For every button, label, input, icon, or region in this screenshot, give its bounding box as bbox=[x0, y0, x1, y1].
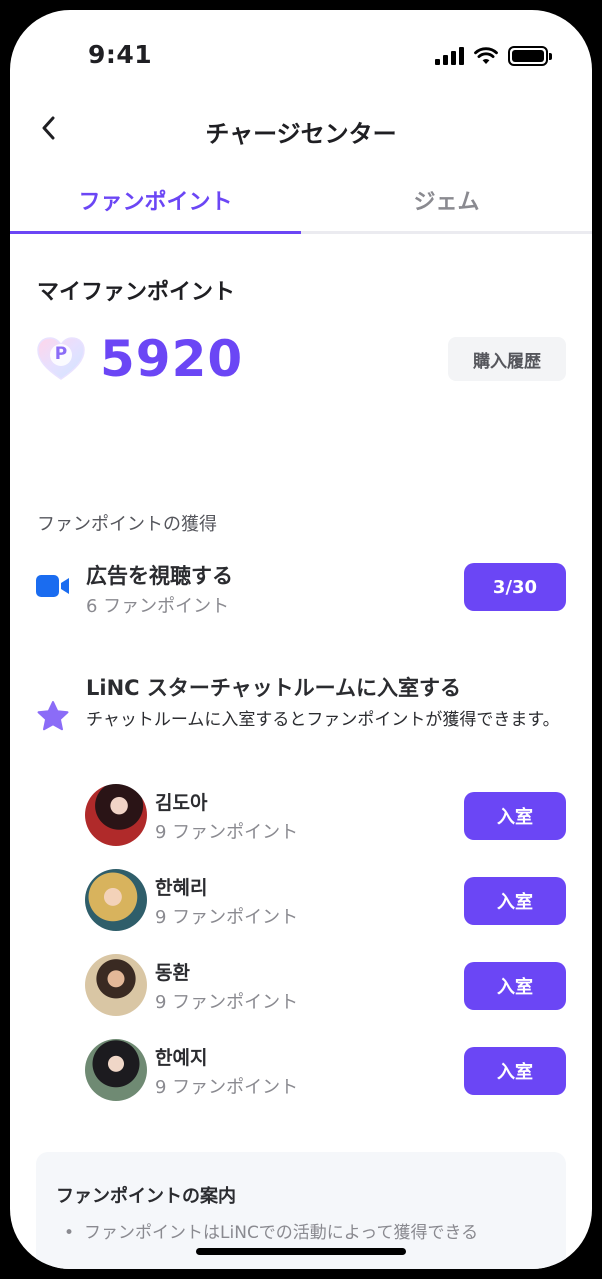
phone-screen: 9:41 チャージセンター ファンポイント ジェム マイファンポイント P 59… bbox=[10, 10, 592, 1269]
enter-room-button[interactable]: 入室 bbox=[464, 962, 566, 1010]
enter-room-button[interactable]: 入室 bbox=[464, 877, 566, 925]
tab-bar: ファンポイント ジェム bbox=[10, 170, 592, 234]
room-name: 한혜리 bbox=[155, 877, 208, 899]
watch-ad-button[interactable]: 3/30 bbox=[464, 563, 566, 611]
signal-icon bbox=[435, 47, 464, 65]
star-chat-title: LiNC スターチャットルームに入室する bbox=[86, 676, 462, 700]
status-time: 9:41 bbox=[88, 40, 153, 69]
avatar bbox=[85, 784, 147, 846]
enter-room-button[interactable]: 入室 bbox=[464, 792, 566, 840]
tab-fan-points[interactable]: ファンポイント bbox=[10, 170, 301, 234]
avatar bbox=[85, 954, 147, 1016]
star-icon bbox=[37, 701, 69, 731]
points-value: 5920 bbox=[100, 330, 244, 388]
my-points-title: マイファンポイント bbox=[37, 280, 236, 305]
earning-section-label: ファンポイントの獲得 bbox=[37, 514, 217, 535]
fan-point-heart-icon: P bbox=[36, 336, 86, 382]
room-points: 9 ファンポイント bbox=[155, 992, 299, 1013]
status-icons bbox=[435, 46, 552, 66]
watch-ad-title: 広告を視聴する bbox=[86, 564, 233, 588]
list-item: 동환 9 ファンポイント 入室 bbox=[85, 954, 566, 1039]
wifi-icon bbox=[474, 47, 498, 64]
room-name: 동환 bbox=[155, 962, 190, 984]
avatar bbox=[85, 869, 147, 931]
chat-room-list: 김도아 9 ファンポイント 入室 한혜리 9 ファンポイント 入室 동환 9 フ… bbox=[85, 784, 566, 1124]
avatar bbox=[85, 1039, 147, 1101]
status-bar: 9:41 bbox=[10, 10, 592, 90]
guide-item: ファンポイントはLiNCでの活動によって獲得できる bbox=[64, 1218, 478, 1243]
fan-point-badge-letter: P bbox=[54, 344, 68, 364]
tab-gems[interactable]: ジェム bbox=[301, 170, 592, 231]
video-camera-icon bbox=[36, 575, 69, 597]
enter-room-button[interactable]: 入室 bbox=[464, 1047, 566, 1095]
list-item: 한예지 9 ファンポイント 入室 bbox=[85, 1039, 566, 1124]
list-item: 김도아 9 ファンポイント 入室 bbox=[85, 784, 566, 869]
watch-ad-item: 広告を視聴する 6 ファンポイント 3/30 bbox=[36, 558, 566, 618]
room-points: 9 ファンポイント bbox=[155, 907, 299, 928]
room-name: 한예지 bbox=[155, 1047, 208, 1069]
star-chat-description: チャットルームに入室するとファンポイントが獲得できます。 bbox=[86, 710, 560, 730]
home-indicator[interactable] bbox=[196, 1248, 406, 1255]
battery-icon bbox=[508, 46, 552, 66]
page-title: チャージセンター bbox=[205, 120, 397, 148]
purchase-history-button[interactable]: 購入履歴 bbox=[448, 337, 566, 381]
room-points: 9 ファンポイント bbox=[155, 1077, 299, 1098]
points-balance: P 5920 bbox=[36, 330, 243, 388]
room-name: 김도아 bbox=[155, 792, 208, 814]
room-points: 9 ファンポイント bbox=[155, 822, 299, 843]
guide-title: ファンポイントの案内 bbox=[56, 1186, 236, 1207]
watch-ad-points: 6 ファンポイント bbox=[86, 596, 230, 617]
list-item: 한혜리 9 ファンポイント 入室 bbox=[85, 869, 566, 954]
